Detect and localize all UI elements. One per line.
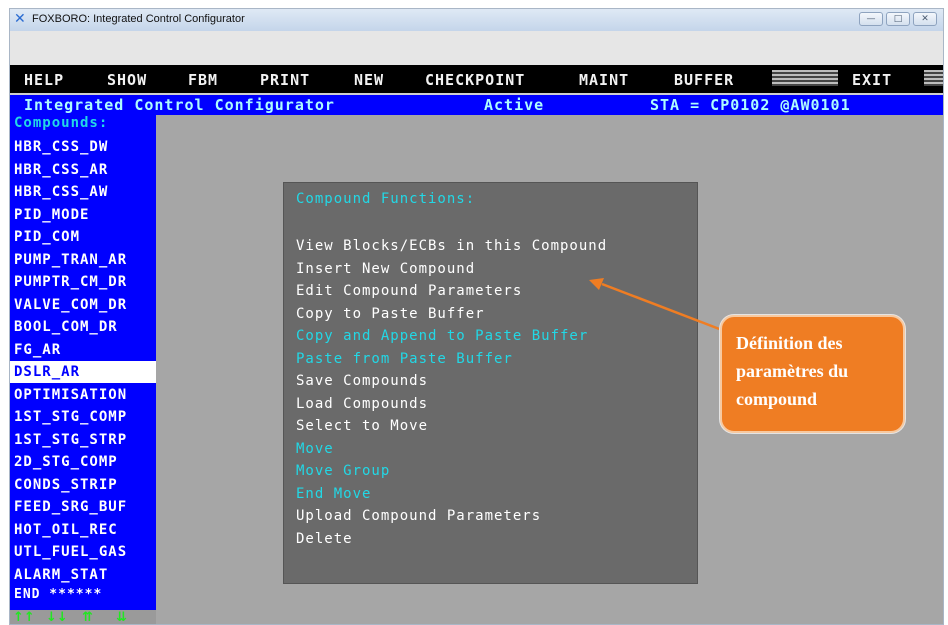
callout-arrow-line [601,282,723,332]
callout-text: Définition des paramètres du compound [736,329,848,413]
callout-line-1: Définition des [736,333,843,353]
callout-line-3: compound [736,389,818,409]
callout-arrow-head [589,278,604,290]
annotation-callout: Définition des paramètres du compound [720,315,905,433]
callout-line-2: paramètres du [736,361,849,381]
callout-arrow [589,278,723,332]
